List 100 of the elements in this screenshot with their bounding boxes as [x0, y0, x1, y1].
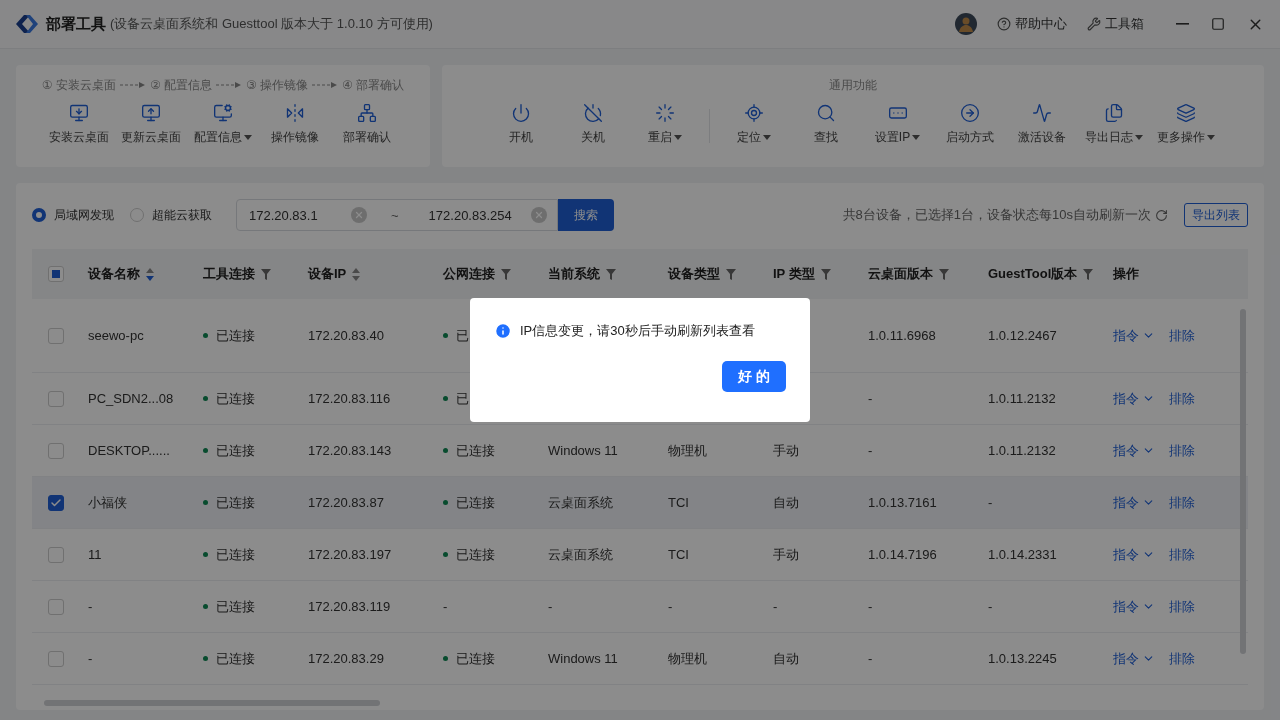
filter-icon[interactable]: [939, 268, 949, 280]
table-cell: 1.0.12.2467: [988, 328, 1057, 343]
maximize-button[interactable]: [1211, 17, 1225, 31]
table-cell: 手动: [773, 545, 799, 564]
toolbar-button[interactable]: 部署确认: [331, 101, 403, 148]
remove-link[interactable]: 排除: [1169, 326, 1195, 345]
toolbar-button[interactable]: 安装云桌面: [43, 101, 115, 148]
toolbar-button[interactable]: 开机: [484, 101, 557, 148]
table-cell: PC_SDN2...08: [88, 391, 174, 406]
radio-option[interactable]: 超能云获取: [130, 206, 212, 224]
arrow-icon: [312, 81, 339, 89]
command-link[interactable]: 指令: [1113, 597, 1155, 616]
export-button[interactable]: 导出列表: [1184, 203, 1248, 227]
table-cell: -: [988, 495, 993, 510]
table-cell: -: [868, 443, 873, 458]
table-cell: 1.0.14.7196: [868, 547, 937, 562]
command-link[interactable]: 指令: [1113, 493, 1155, 512]
remove-link[interactable]: 排除: [1169, 649, 1195, 668]
table-cell: 云桌面系统: [548, 545, 613, 564]
table-cell: 172.20.83.40: [308, 328, 384, 343]
table-cell: TCI: [668, 547, 689, 562]
table-cell: 11: [88, 547, 102, 562]
scrollbar[interactable]: [1240, 309, 1246, 654]
refresh-icon[interactable]: [1155, 208, 1168, 222]
ok-button[interactable]: 好 的: [722, 361, 786, 392]
table-cell: 手动: [773, 441, 799, 460]
table-cell: -: [773, 599, 778, 614]
message-text: IP信息变更，请30秒后手动刷新列表查看: [520, 322, 755, 340]
checkbox[interactable]: [48, 494, 64, 511]
table-cell: 已: [456, 389, 469, 408]
table-cell: 1.0.14.2331: [988, 547, 1057, 562]
command-link[interactable]: 指令: [1113, 441, 1155, 460]
table-cell: 172.20.83.119: [308, 599, 391, 614]
toolbar-button[interactable]: 导出日志: [1077, 101, 1150, 148]
sort-icon[interactable]: [146, 267, 154, 281]
app-subtitle: (设备云桌面系统和 Guesttool 版本大于 1.0.10 方可使用): [110, 15, 433, 33]
remove-link[interactable]: 排除: [1169, 493, 1195, 512]
remove-link[interactable]: 排除: [1169, 545, 1195, 564]
step-label: ④ 部署确认: [342, 76, 405, 94]
filter-icon[interactable]: [261, 268, 271, 280]
table-cell: -: [88, 599, 93, 614]
table-row[interactable]: 小福侠 已连接 172.20.83.87 已连接 云桌面系统 TCI 自动 1.0.13.7161 - 指令 排除: [32, 477, 1248, 529]
command-link[interactable]: 指令: [1113, 545, 1155, 564]
filter-icon[interactable]: [820, 268, 831, 280]
command-link[interactable]: 指令: [1113, 389, 1155, 408]
table-cell: 172.20.83.116: [308, 391, 391, 406]
column-header: 设备IP: [308, 265, 347, 283]
remove-link[interactable]: 排除: [1169, 441, 1195, 460]
ip-range-field[interactable]: 172.20.83.1 ~ 172.20.83.254: [236, 199, 558, 231]
table-cell: 云桌面系统: [548, 493, 613, 512]
radio-option[interactable]: 局域网发现: [32, 206, 114, 224]
table-cell: 1.0.13.2245: [988, 651, 1057, 666]
column-header: 当前系统: [548, 265, 600, 283]
table-cell: 1.0.13.7161: [868, 495, 937, 510]
toolbar-button[interactable]: 关机: [556, 101, 629, 148]
range-start-input[interactable]: 172.20.83.1: [237, 207, 345, 223]
filter-icon[interactable]: [1083, 268, 1094, 280]
scrollbar[interactable]: [44, 700, 380, 706]
command-link[interactable]: 指令: [1113, 649, 1155, 668]
remove-link[interactable]: 排除: [1169, 597, 1195, 616]
toolbar-button[interactable]: 定位: [717, 101, 790, 148]
table-cell: -: [668, 599, 673, 614]
table-cell: 172.20.83.29: [308, 651, 384, 666]
sort-icon[interactable]: [352, 267, 361, 281]
table-cell: -: [868, 391, 873, 406]
table-cell: 已连接: [456, 545, 495, 564]
toolbar-button[interactable]: 配置信息: [187, 101, 259, 148]
table-cell: 已连接: [216, 545, 255, 564]
pulse-icon: [1031, 103, 1052, 123]
toolbar-button[interactable]: 查找: [789, 101, 862, 148]
remove-link[interactable]: 排除: [1169, 389, 1195, 408]
table-cell: 1.0.11.2132: [988, 391, 1056, 406]
table-cell: 已连接: [216, 649, 255, 668]
toolbar-button[interactable]: 更多操作: [1149, 101, 1222, 148]
toolbar-button[interactable]: 重启: [628, 101, 701, 148]
filter-icon[interactable]: [501, 268, 511, 280]
header-link[interactable]: 帮助中心: [997, 15, 1067, 33]
command-link[interactable]: 指令: [1113, 326, 1155, 345]
layers-icon: [1175, 103, 1196, 123]
arrow-icon: [216, 81, 242, 89]
info-icon: [494, 322, 512, 340]
toolbar-button[interactable]: 更新云桌面: [115, 101, 187, 148]
filter-icon[interactable]: [726, 268, 736, 280]
toolbar-button[interactable]: 设置IP: [861, 101, 934, 148]
toolbar-button[interactable]: 激活设备: [1005, 101, 1078, 148]
mirror-icon: [285, 103, 305, 123]
monitor-download-icon: [69, 103, 89, 123]
minimize-button[interactable]: [1176, 23, 1189, 25]
arrow-circle-icon: [959, 103, 980, 123]
filter-icon[interactable]: [606, 268, 616, 280]
range-end-input[interactable]: 172.20.83.254: [416, 207, 525, 223]
toolbar-button[interactable]: 操作镜像: [259, 101, 331, 148]
table-cell: Windows 11: [548, 443, 618, 458]
files-icon: [1103, 103, 1124, 123]
header-link[interactable]: 工具箱: [1087, 15, 1144, 33]
avatar-icon[interactable]: [955, 13, 977, 35]
maximize-icon: [1211, 17, 1225, 31]
table-cell: 已连接: [216, 441, 255, 460]
toolbar-button[interactable]: 启动方式: [933, 101, 1006, 148]
search-button[interactable]: 搜索: [557, 199, 614, 231]
